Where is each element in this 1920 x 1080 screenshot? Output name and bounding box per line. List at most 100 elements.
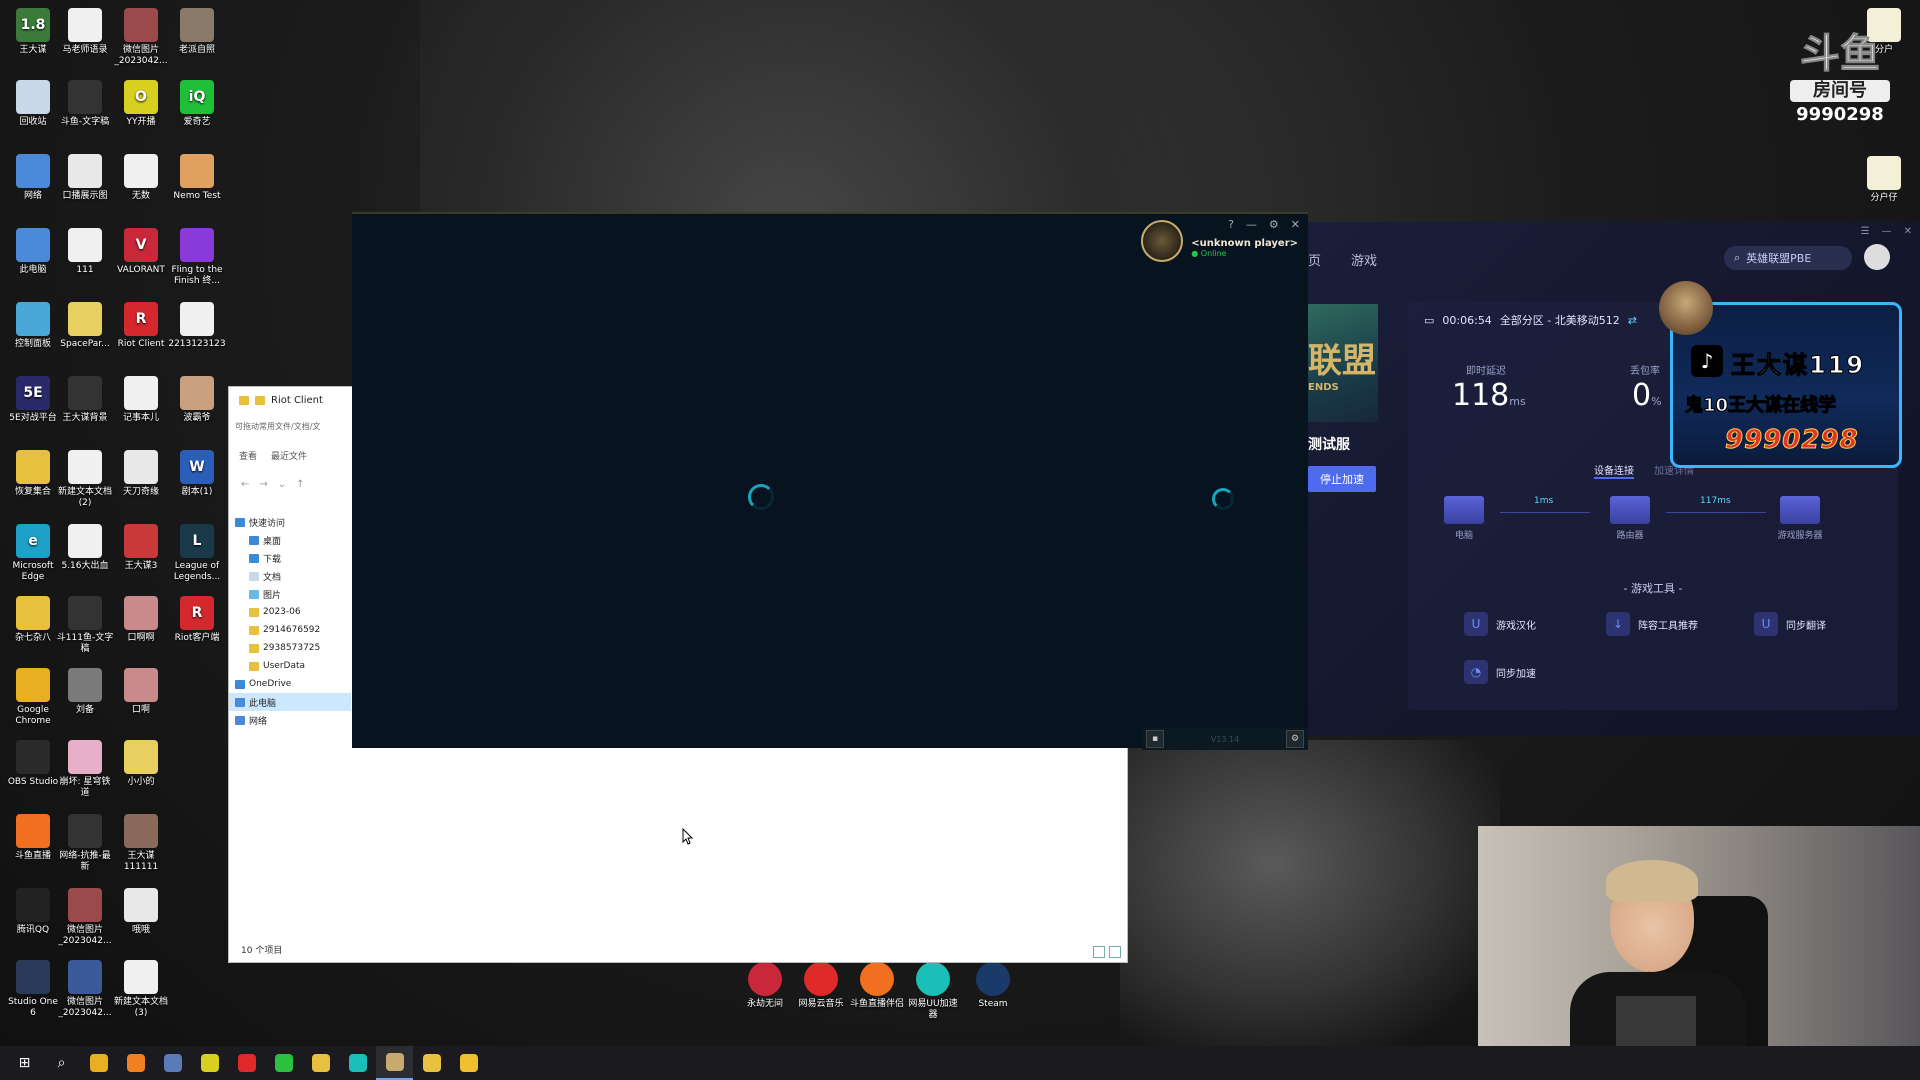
desktop-icon[interactable]: 无数 xyxy=(112,154,170,202)
details-view-icon[interactable] xyxy=(1093,946,1105,958)
close-icon[interactable]: ✕ xyxy=(1291,218,1300,231)
folder-tree-item[interactable]: 2938573725 xyxy=(229,639,351,657)
desktop-icon[interactable]: R Riot客户端 xyxy=(168,596,226,644)
desktop-icon[interactable]: R Riot Client xyxy=(112,302,170,350)
tab-device-connection[interactable]: 设备连接 xyxy=(1594,462,1634,479)
desktop-icon[interactable]: 杂七杂八 xyxy=(4,596,62,644)
file-explorer-icon[interactable] xyxy=(413,1046,450,1080)
desktop-icon[interactable]: 1.8 王大谋 xyxy=(4,8,62,56)
folder-tree-item[interactable]: 快速访问 xyxy=(229,513,351,531)
desktop-icon[interactable]: 网络-抗推-最新 xyxy=(56,814,114,873)
tool-localization[interactable]: U 游戏汉化 xyxy=(1464,612,1536,636)
desktop-icon[interactable]: 斗111鱼-文字稿 xyxy=(56,596,114,655)
studio-one-icon[interactable] xyxy=(154,1046,191,1080)
desktop-icon[interactable]: 老派自照 xyxy=(168,8,226,56)
desktop-icon[interactable]: SpacePar... xyxy=(56,302,114,350)
desktop-icon[interactable]: 记事本儿 xyxy=(112,376,170,424)
desktop-icon[interactable]: 王大谋背景 xyxy=(56,376,114,424)
game-card[interactable]: 联盟 ENDS xyxy=(1308,304,1378,422)
desktop-icon[interactable]: 分户仔 xyxy=(1854,156,1914,204)
desktop-icon[interactable]: 控制面板 xyxy=(4,302,62,350)
desktop-icon[interactable]: 5.16大出血 xyxy=(56,524,114,572)
desktop-icon[interactable]: 天刀奇缘 xyxy=(112,450,170,498)
desktop-icon[interactable]: 此电脑 xyxy=(4,228,62,276)
uu-booster-icon[interactable] xyxy=(339,1046,376,1080)
desktop-icon[interactable]: 波霸爷 xyxy=(168,376,226,424)
netease-music-icon[interactable] xyxy=(228,1046,265,1080)
desktop-icon[interactable]: Fling to the Finish 终... xyxy=(168,228,226,287)
desktop-icon[interactable]: 口啊 xyxy=(112,668,170,716)
desktop-icon[interactable]: 微信图片_2023042... xyxy=(56,960,114,1019)
desktop-icon[interactable]: 微信图片_2023042... xyxy=(112,8,170,67)
desktop-icon[interactable]: 永劫无间 xyxy=(736,962,794,1010)
desktop-icon[interactable]: 马老师语录 xyxy=(56,8,114,56)
tool-sync-accelerate[interactable]: ◔ 同步加速 xyxy=(1464,660,1536,684)
league-client-icon[interactable] xyxy=(376,1046,413,1080)
desktop-icon[interactable]: 崩坏: 星穹铁道 xyxy=(56,740,114,799)
desktop-icon[interactable]: 网络 xyxy=(4,154,62,202)
minimize-icon[interactable]: — xyxy=(1246,218,1257,231)
desktop-icon[interactable]: 斗鱼直播伴侣 xyxy=(848,962,906,1010)
game-search-input[interactable]: ⌕ 英雄联盟PBE xyxy=(1724,246,1852,270)
desktop-icon[interactable]: iQ 爱奇艺 xyxy=(168,80,226,128)
tool-sync-translate[interactable]: U 同步翻译 xyxy=(1754,612,1826,636)
help-icon[interactable]: ? xyxy=(1228,218,1234,231)
desktop-icon[interactable]: 网易UU加速器 xyxy=(904,962,962,1021)
desktop-icon[interactable]: 口播展示图 xyxy=(56,154,114,202)
folder-tree-item[interactable]: 文档 xyxy=(229,567,351,585)
folder-tree-item[interactable]: 此电脑 xyxy=(229,693,351,711)
folder-tree-item[interactable]: 桌面 xyxy=(229,531,351,549)
settings-icon[interactable]: ⚙ xyxy=(1269,218,1279,231)
back-icon[interactable]: ← xyxy=(241,479,249,490)
desktop-icon[interactable]: 刘备 xyxy=(56,668,114,716)
view-button[interactable]: 查看 xyxy=(239,449,257,462)
desktop-icon[interactable]: 新建文本文档 (3) xyxy=(112,960,170,1019)
folder-tree-item[interactable]: 下载 xyxy=(229,549,351,567)
tool-lineup-recommend[interactable]: ↓ 阵容工具推荐 xyxy=(1606,612,1698,636)
desktop-icon[interactable]: 斗鱼-文字稿 xyxy=(56,80,114,128)
desktop-icon[interactable]: 111 xyxy=(56,228,114,276)
chrome-icon[interactable] xyxy=(80,1046,117,1080)
desktop-icon[interactable]: 哦哦 xyxy=(112,888,170,936)
stop-acceleration-button[interactable]: 停止加速 xyxy=(1308,466,1376,492)
desktop-icon[interactable]: 口啊啊 xyxy=(112,596,170,644)
desktop-icon[interactable]: e Microsoft Edge xyxy=(4,524,62,583)
wechat-icon[interactable] xyxy=(265,1046,302,1080)
folder-tree-item[interactable]: OneDrive xyxy=(229,675,351,693)
tab-home[interactable]: 页 xyxy=(1308,250,1321,269)
desktop-icon[interactable]: 回收站 xyxy=(4,80,62,128)
close-icon[interactable]: ✕ xyxy=(1904,226,1912,237)
up-icon[interactable]: ↑ xyxy=(296,479,304,490)
user-avatar[interactable] xyxy=(1864,244,1890,270)
desktop-icon[interactable]: 小小的 xyxy=(112,740,170,788)
tab-games[interactable]: 游戏 xyxy=(1351,250,1377,269)
yy-icon[interactable] xyxy=(191,1046,228,1080)
switch-icon[interactable]: ⇄ xyxy=(1628,314,1637,327)
desktop-icon[interactable]: L League of Legends... xyxy=(168,524,226,583)
thumbnail-view-icon[interactable] xyxy=(1109,946,1121,958)
app-icon[interactable] xyxy=(302,1046,339,1080)
search-icon[interactable]: ⌕ xyxy=(43,1046,80,1080)
desktop-icon[interactable]: Steam xyxy=(964,962,1022,1010)
sublime-icon[interactable] xyxy=(117,1046,154,1080)
menu-icon[interactable]: ☰ xyxy=(1861,226,1870,237)
desktop-icon[interactable]: 2213123123 xyxy=(168,302,226,350)
start-icon[interactable]: ⊞ xyxy=(6,1046,43,1080)
desktop-icon[interactable]: V VALORANT xyxy=(112,228,170,276)
desktop-icon[interactable]: 网易云音乐 xyxy=(792,962,850,1010)
folder-icon[interactable] xyxy=(450,1046,487,1080)
chat-icon[interactable]: ▪ xyxy=(1146,730,1164,748)
folder-tree-item[interactable]: 网络 xyxy=(229,711,351,729)
folder-tree-item[interactable]: UserData xyxy=(229,657,351,675)
desktop-icon[interactable]: Nemo Test xyxy=(168,154,226,202)
desktop-icon[interactable]: 新建文本文档 (2) xyxy=(56,450,114,509)
desktop-icon[interactable]: Studio One 6 xyxy=(4,960,62,1019)
desktop-icon[interactable]: 恢复集合 xyxy=(4,450,62,498)
desktop-icon[interactable]: 王大谋3 xyxy=(112,524,170,572)
desktop-icon[interactable]: O YY开播 xyxy=(112,80,170,128)
desktop-icon[interactable]: OBS Studio xyxy=(4,740,62,788)
desktop-icon[interactable]: 王大谋 111111 xyxy=(112,814,170,873)
desktop-icon[interactable]: 斗鱼直播 xyxy=(4,814,62,862)
desktop-icon[interactable]: Google Chrome xyxy=(4,668,62,727)
recent-files-button[interactable]: 最近文件 xyxy=(271,449,307,462)
